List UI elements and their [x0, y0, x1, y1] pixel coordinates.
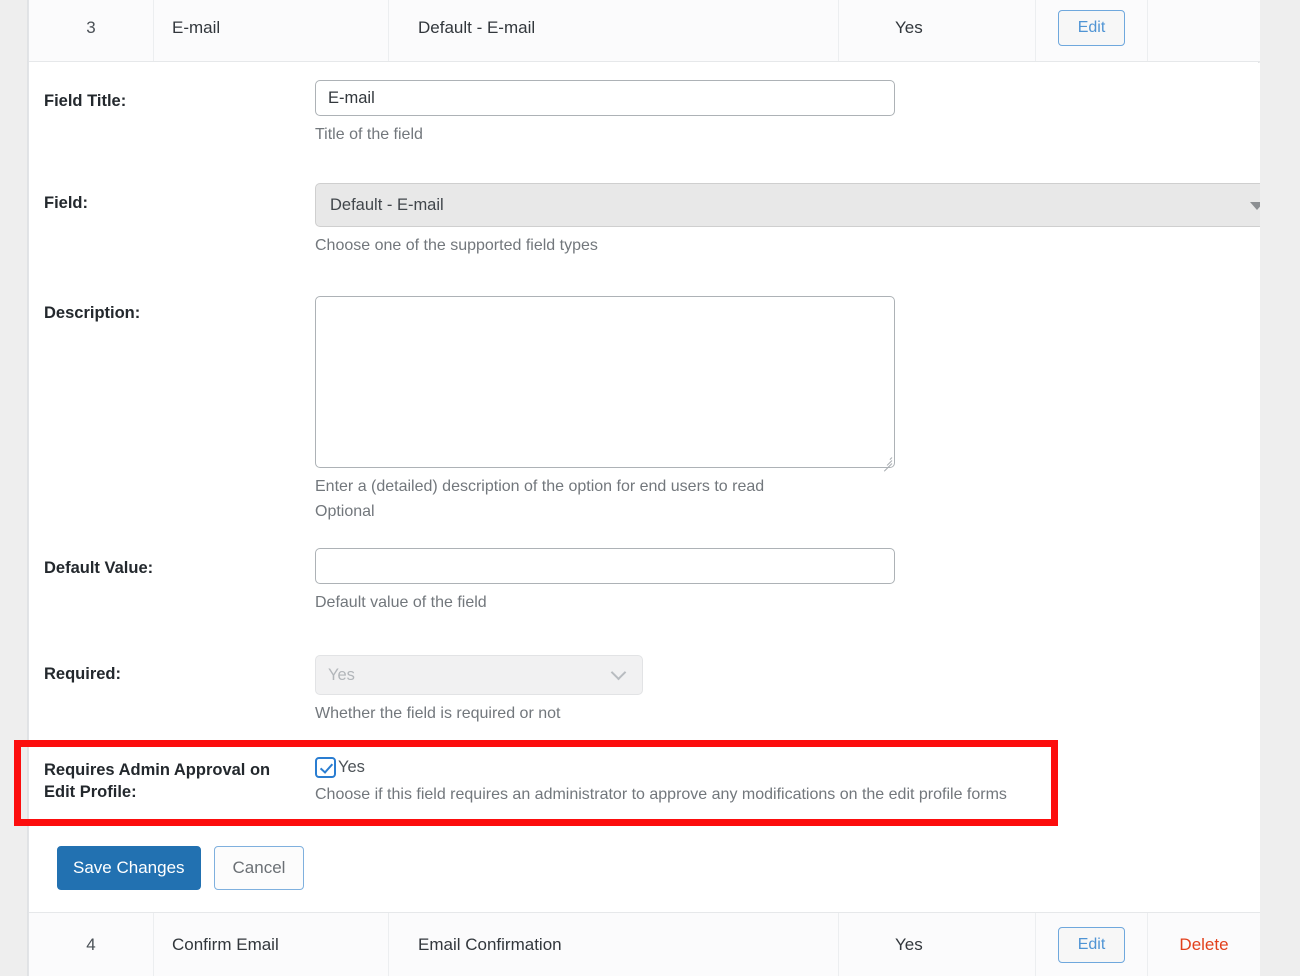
default-value-control: Default value of the field [315, 548, 895, 616]
required-help: Whether the field is required or not [315, 705, 561, 722]
table-row[interactable]: 4 Confirm Email Email Confirmation Yes E… [29, 912, 1260, 976]
table-cell-required: Yes [839, 0, 1036, 61]
required-label: Required: [44, 665, 122, 683]
table-cell-edit: Edit [1036, 913, 1148, 976]
table-cell-field-title: Confirm Email [154, 913, 389, 976]
description-help: Enter a (detailed) description of the op… [315, 478, 765, 520]
field-title-label: Field Title: [44, 92, 127, 110]
admin-approval-help: Choose if this field requires an adminis… [315, 786, 1007, 803]
resize-handle-icon[interactable] [880, 453, 893, 472]
row-required-value: Yes [895, 934, 923, 954]
admin-approval-checkbox-line: Yes [315, 757, 1007, 778]
field-title-control: Title of the field [315, 80, 895, 148]
table-cell-required: Yes [839, 913, 1036, 976]
table-cell-field-title: E-mail [154, 0, 389, 61]
table-cell-delete: Delete [1148, 913, 1260, 976]
description-label: Description: [44, 304, 141, 322]
admin-approval-checkbox[interactable] [315, 757, 336, 778]
edit-button[interactable]: Edit [1057, 926, 1126, 963]
delete-link[interactable]: Delete [1179, 935, 1228, 955]
field-control: Default - E-mail Choose one of the suppo… [315, 183, 1279, 259]
field-label: Field: [44, 194, 88, 212]
table-cell-id: 4 [29, 913, 154, 976]
field-type-selected-value: Default - E-mail [330, 195, 444, 214]
table-cell-id: 3 [29, 0, 154, 61]
row-id-value: 4 [86, 934, 96, 954]
save-changes-button[interactable]: Save Changes [57, 846, 201, 890]
page-root: 3 E-mail Default - E-mail Yes Edit Field… [0, 0, 1300, 976]
admin-approval-control: Yes Choose if this field requires an adm… [315, 757, 1007, 808]
content-panel: 3 E-mail Default - E-mail Yes Edit Field… [28, 0, 1279, 976]
description-control: Enter a (detailed) description of the op… [315, 296, 895, 525]
field-title-input[interactable] [315, 80, 895, 116]
default-value-help: Default value of the field [315, 594, 487, 611]
default-value-label: Default Value: [44, 559, 154, 577]
required-selected-value: Yes [328, 665, 355, 684]
field-title-help: Title of the field [315, 126, 423, 143]
default-value-input[interactable] [315, 548, 895, 584]
row-field-type-value: Email Confirmation [418, 934, 562, 954]
table-cell-field-type: Default - E-mail [389, 0, 839, 61]
field-edit-form: Field Title: Title of the field Field: D… [29, 63, 1279, 912]
row-required-value: Yes [895, 17, 923, 37]
cancel-button[interactable]: Cancel [213, 846, 305, 890]
admin-approval-label: Requires Admin Approval on Edit Profile: [44, 761, 271, 801]
table-cell-field-type: Email Confirmation [389, 913, 839, 976]
required-select[interactable]: Yes [315, 655, 643, 695]
left-gutter [0, 0, 28, 976]
admin-approval-checkbox-label: Yes [338, 758, 365, 776]
field-type-select[interactable]: Default - E-mail [315, 183, 1279, 227]
row-id-value: 3 [86, 17, 96, 37]
row-field-title-value: E-mail [172, 17, 221, 37]
field-help: Choose one of the supported field types [315, 237, 598, 254]
description-textarea[interactable] [315, 296, 895, 472]
row-field-title-value: Confirm Email [172, 934, 279, 954]
table-row[interactable]: 3 E-mail Default - E-mail Yes Edit [29, 0, 1260, 62]
right-gutter [1260, 0, 1300, 976]
table-cell-delete [1148, 0, 1260, 61]
chevron-down-icon [610, 664, 627, 681]
row-field-type-value: Default - E-mail [418, 17, 536, 37]
form-actions: Save Changes Cancel [57, 846, 1288, 890]
edit-button[interactable]: Edit [1057, 9, 1126, 46]
table-cell-edit: Edit [1036, 0, 1148, 61]
required-control: Yes Whether the field is required or not [315, 655, 643, 727]
